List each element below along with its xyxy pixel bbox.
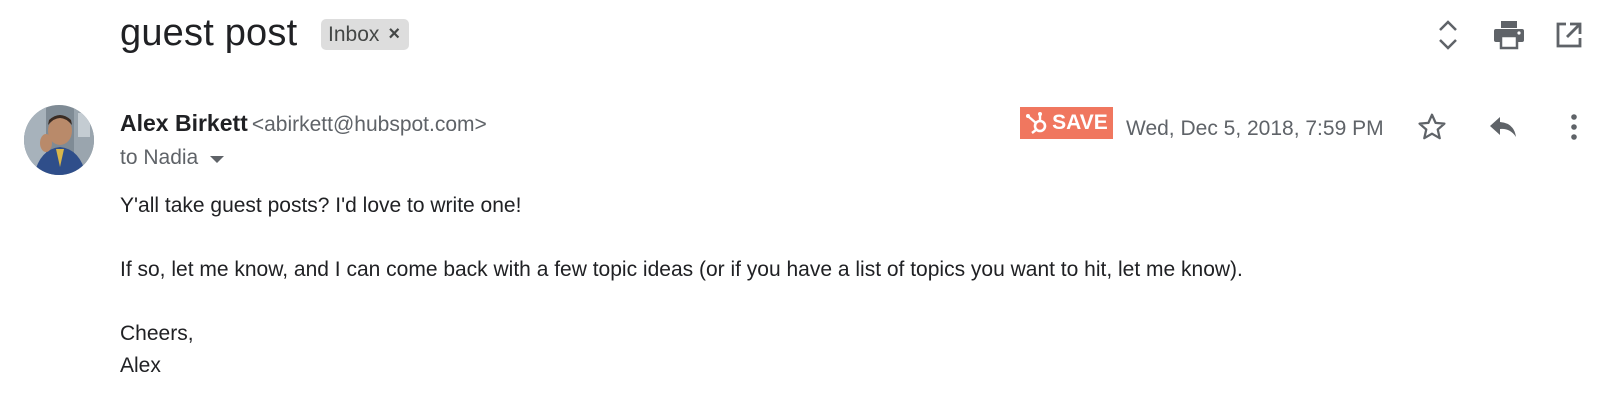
star-outline-icon — [1418, 113, 1446, 140]
hubspot-sprocket-icon — [1026, 112, 1047, 134]
recipients-toggle[interactable]: to Nadia — [120, 146, 225, 170]
email-date: Wed, Dec 5, 2018, 7:59 PM — [1126, 117, 1384, 140]
save-label: SAVE — [1052, 111, 1108, 134]
reply-icon — [1490, 117, 1516, 137]
more-vert-icon — [1571, 114, 1577, 140]
sender: Alex Birkett <abirkett@hubspot.com> — [120, 110, 487, 137]
open-new-window-button[interactable] — [1552, 18, 1586, 52]
avatar-photo — [24, 105, 94, 175]
sender-email: <abirkett@hubspot.com> — [251, 113, 487, 136]
hubspot-save-button[interactable]: SAVE — [1020, 107, 1113, 139]
open-in-new-icon — [1556, 22, 1582, 48]
email-subject: guest post — [120, 12, 298, 54]
body-signoff: Cheers, — [120, 322, 194, 345]
sender-name[interactable]: Alex Birkett — [120, 110, 248, 136]
remove-label-icon[interactable]: × — [388, 23, 400, 46]
chevron-down-icon — [210, 155, 225, 163]
expand-all-button[interactable] — [1431, 18, 1465, 52]
unfold-more-icon — [1439, 20, 1457, 50]
sender-avatar[interactable] — [24, 105, 94, 175]
recipients-text: to Nadia — [120, 146, 199, 169]
label-text: Inbox — [328, 22, 380, 46]
print-icon — [1494, 21, 1524, 50]
reply-button[interactable] — [1484, 108, 1522, 146]
body-signature: Alex — [120, 354, 161, 377]
more-options-button[interactable] — [1555, 108, 1593, 146]
print-button[interactable] — [1492, 18, 1526, 52]
star-button[interactable] — [1413, 108, 1451, 146]
body-line: Y'all take guest posts? I'd love to writ… — [120, 194, 522, 217]
body-line: If so, let me know, and I can come back … — [120, 258, 1243, 281]
inbox-label-chip[interactable]: Inbox × — [321, 19, 410, 50]
email-body: Y'all take guest posts? I'd love to writ… — [120, 190, 1243, 382]
